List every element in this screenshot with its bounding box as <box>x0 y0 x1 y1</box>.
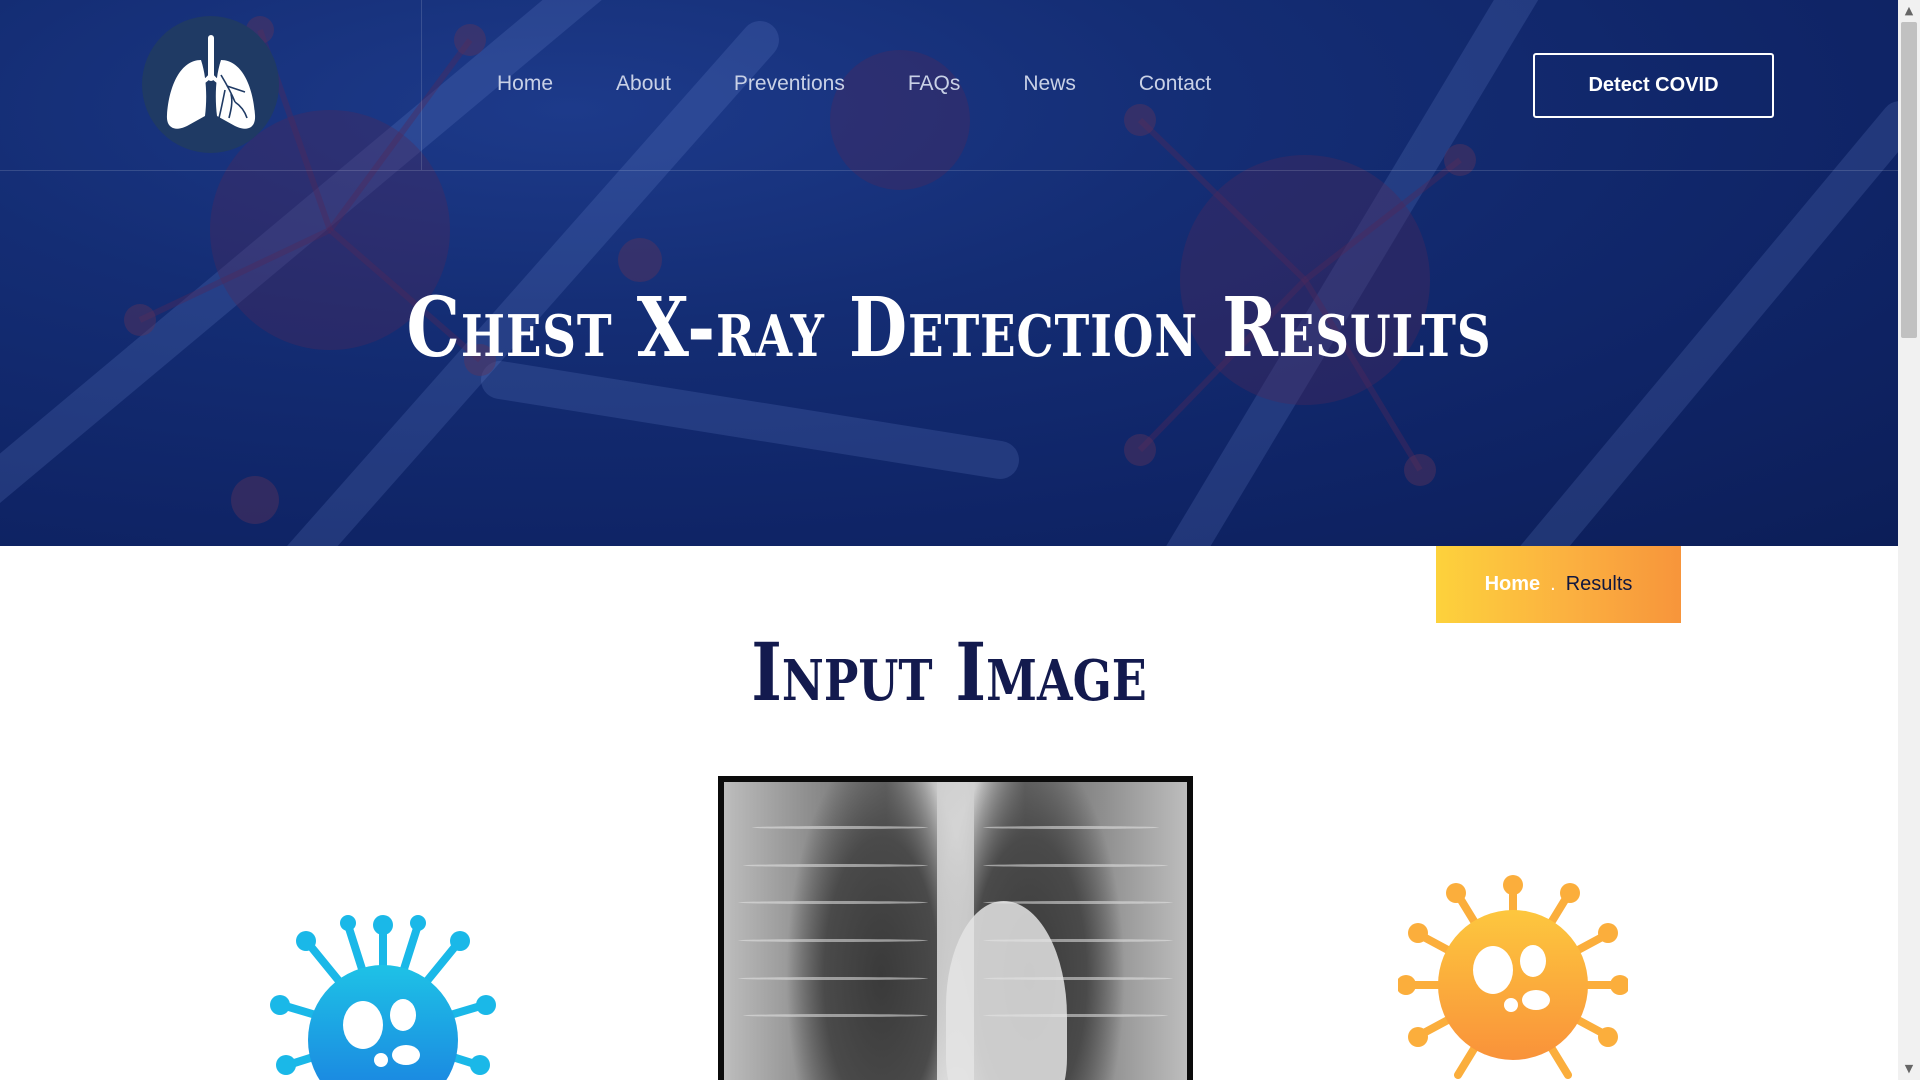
nav-about[interactable]: About <box>616 72 671 96</box>
nav-faqs[interactable]: FAQs <box>908 72 961 96</box>
main-nav: Home About Preventions FAQs News Contact <box>497 72 1274 96</box>
nav-home[interactable]: Home <box>497 72 553 96</box>
site-logo[interactable] <box>142 16 279 153</box>
logo-divider <box>421 0 422 170</box>
scroll-up-arrow[interactable]: ▲ <box>1898 0 1920 22</box>
breadcrumb-separator: . <box>1550 573 1556 595</box>
page-scrollbar[interactable]: ▲ ▼ <box>1898 0 1920 1080</box>
nav-news[interactable]: News <box>1023 72 1076 96</box>
section-title: Input Image <box>751 625 1147 719</box>
detect-covid-button[interactable]: Detect COVID <box>1533 53 1774 118</box>
input-xray-image <box>718 776 1193 1080</box>
scroll-thumb[interactable] <box>1901 22 1917 338</box>
header-divider <box>0 170 1898 171</box>
nav-preventions[interactable]: Preventions <box>734 72 845 96</box>
breadcrumb-current: Results <box>1565 573 1633 595</box>
page-title: Chest X-ray Detection Results <box>406 280 1492 376</box>
lungs-icon <box>166 34 255 129</box>
scroll-down-arrow[interactable]: ▼ <box>1898 1058 1920 1080</box>
breadcrumb: Home . Results <box>1436 546 1681 623</box>
hero-banner: Home About Preventions FAQs News Contact… <box>0 0 1898 546</box>
virus-icon <box>270 915 496 1080</box>
nav-contact[interactable]: Contact <box>1139 72 1211 96</box>
breadcrumb-home-link[interactable]: Home <box>1485 573 1541 596</box>
virus-icon <box>1398 875 1628 1079</box>
